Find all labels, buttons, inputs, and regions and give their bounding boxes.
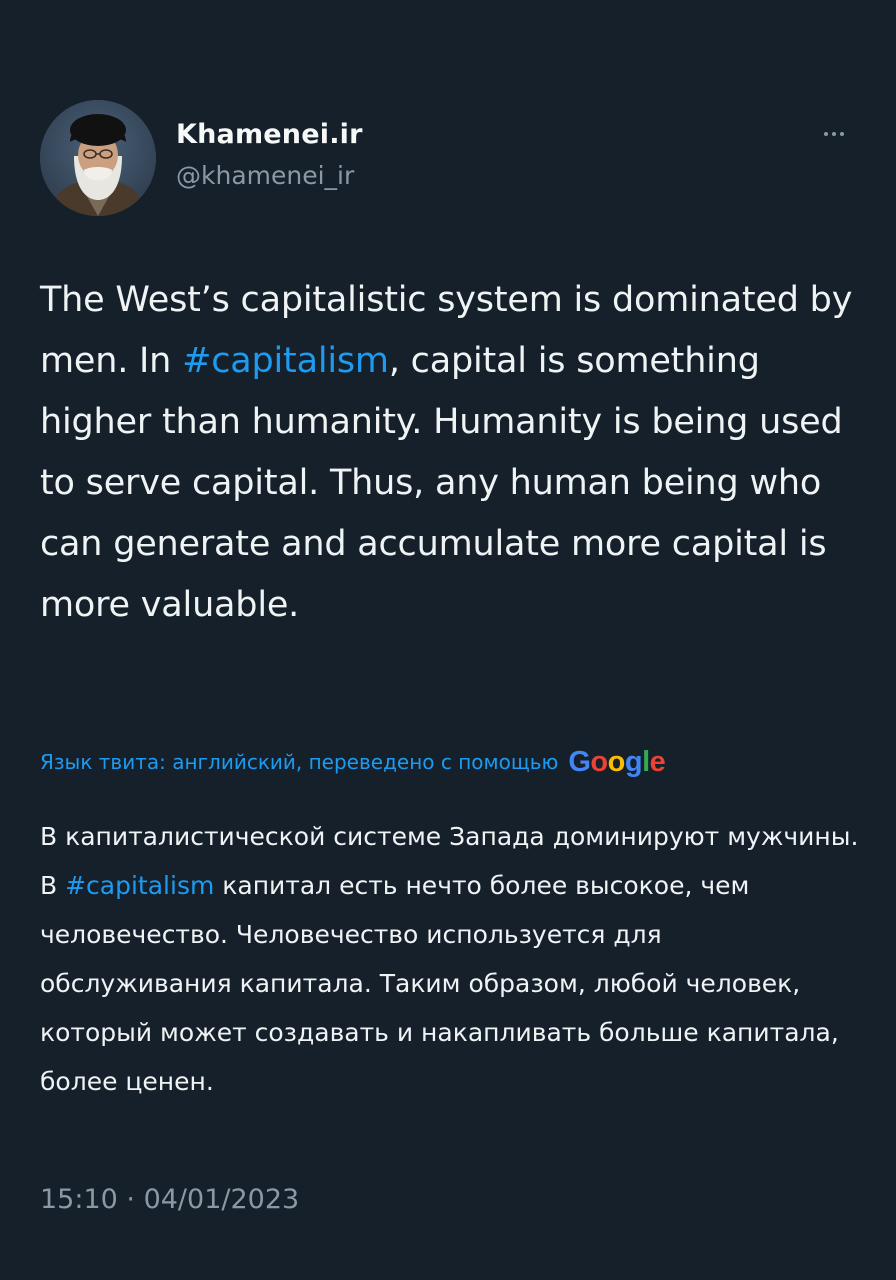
translated-text: В капиталистической системе Запада домин…	[40, 812, 860, 1106]
tweet-text-after: , capital is something higher than human…	[40, 341, 843, 625]
timestamp-separator: ·	[117, 1184, 144, 1215]
avatar-image	[40, 100, 156, 216]
translated-text-after: капитал есть нечто более высокое, чем че…	[40, 871, 839, 1096]
tweet-time: 15:10	[40, 1184, 118, 1215]
tweet-date: 04/01/2023	[143, 1184, 300, 1215]
tweet-text: The West’s capitalistic system is domina…	[40, 270, 860, 636]
author-handle[interactable]: @khamenei_ir	[176, 160, 363, 192]
avatar[interactable]	[40, 100, 156, 216]
author-display-name[interactable]: Khamenei.ir	[176, 118, 363, 152]
author-info: Khamenei.ir @khamenei_ir	[176, 118, 363, 192]
more-horizontal-icon	[832, 132, 836, 136]
more-horizontal-icon	[840, 132, 844, 136]
translated-hashtag-link[interactable]: #capitalism	[65, 871, 214, 900]
translation-note[interactable]: Язык твита: английский, переведено с пом…	[40, 744, 870, 780]
tweet-timestamp[interactable]: 15:10 · 04/01/2023	[40, 1182, 299, 1218]
google-logo: Google	[568, 746, 666, 778]
hashtag-link[interactable]: #capitalism	[182, 341, 389, 381]
more-horizontal-icon	[824, 132, 828, 136]
translation-note-text: Язык твита: английский, переведено с пом…	[40, 750, 559, 774]
more-options-button[interactable]	[816, 122, 852, 146]
tweet: Khamenei.ir @khamenei_ir The West’s capi…	[0, 0, 896, 1280]
